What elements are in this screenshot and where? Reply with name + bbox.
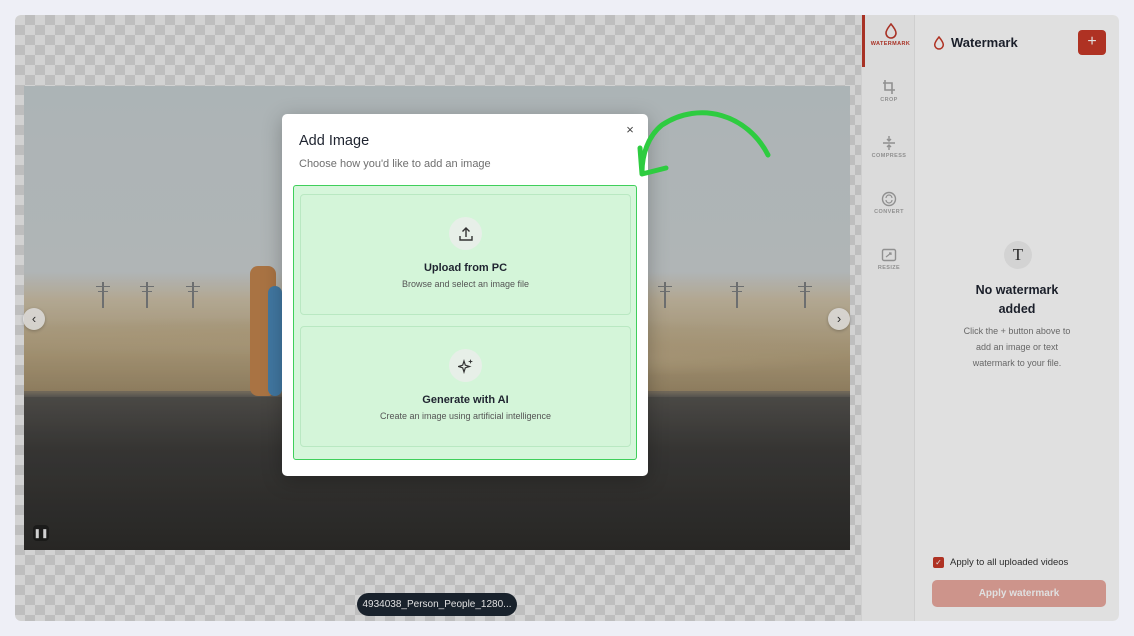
option-description: Create an image using artificial intelli… bbox=[379, 411, 552, 421]
sparkles-icon bbox=[449, 349, 482, 382]
upload-from-pc-option[interactable]: Upload from PC Browse and select an imag… bbox=[300, 194, 631, 315]
option-description: Browse and select an image file bbox=[401, 279, 530, 289]
upload-icon bbox=[449, 217, 482, 250]
generate-with-ai-option[interactable]: Generate with AI Create an image using a… bbox=[300, 326, 631, 447]
annotation-arrow bbox=[637, 110, 771, 177]
dialog-title: Add Image bbox=[299, 133, 370, 149]
option-title: Generate with AI bbox=[422, 394, 509, 406]
add-image-dialog: × Add Image Choose how you'd like to add… bbox=[282, 114, 648, 476]
dialog-subtitle: Choose how you'd like to add an image bbox=[299, 158, 491, 170]
option-title: Upload from PC bbox=[423, 262, 508, 274]
options-highlight: Upload from PC Browse and select an imag… bbox=[293, 185, 637, 460]
